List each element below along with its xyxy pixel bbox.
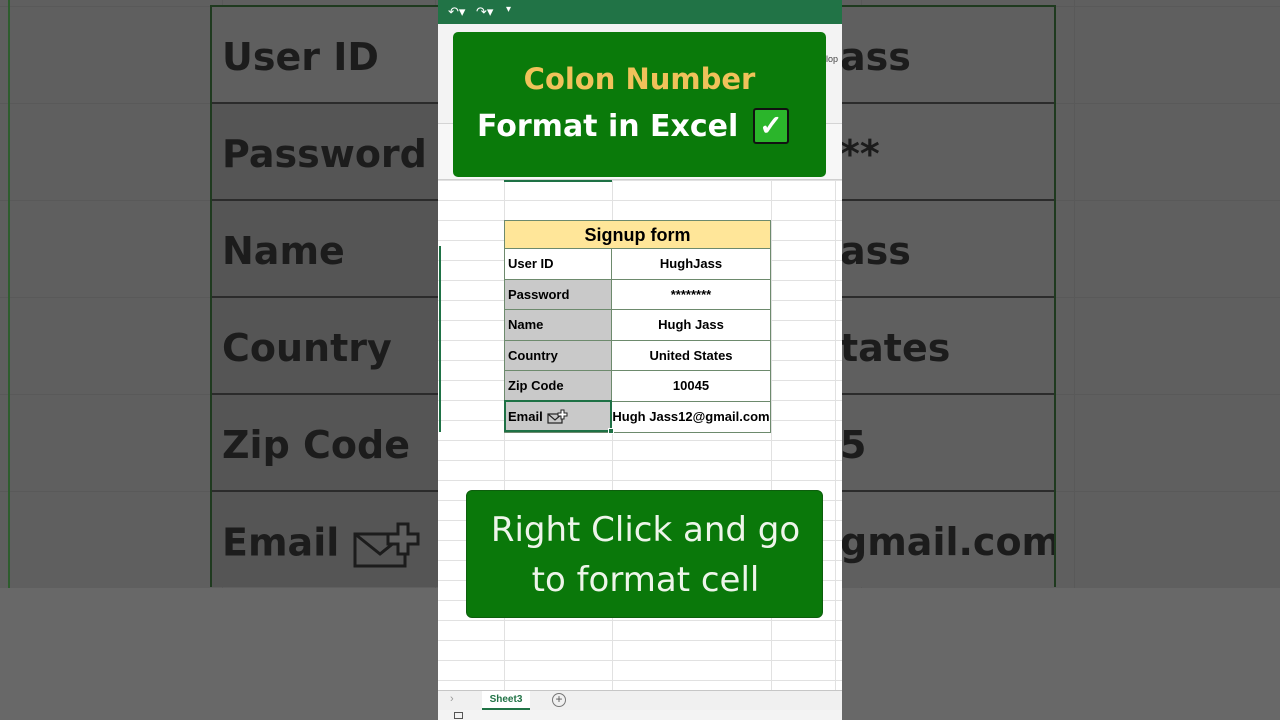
banner-line-1: Colon Number xyxy=(523,62,756,96)
form-label-text: Email xyxy=(508,408,543,424)
background-value: ass xyxy=(840,201,1054,296)
form-value[interactable]: 10045 xyxy=(612,371,770,401)
tab-scroll-icon[interactable]: › xyxy=(450,693,454,705)
banner-line-2: Format in Excel xyxy=(477,109,739,144)
redo-icon[interactable]: ↷▾ xyxy=(476,4,493,20)
form-title[interactable]: Signup form xyxy=(505,221,770,249)
form-label[interactable]: Name xyxy=(505,310,612,340)
add-sheet-icon[interactable]: + xyxy=(552,693,566,707)
background-label: Zip Code xyxy=(212,395,440,490)
background-value: tates xyxy=(840,298,1054,393)
instruction-text: Right Click and go to format cell xyxy=(467,505,824,605)
quick-access-toolbar: ↶▾ ↷▾ ▾ xyxy=(438,0,842,24)
background-label: Password xyxy=(212,104,440,199)
table-row: Email Hugh Jass12@gmail.com xyxy=(505,401,770,433)
row-selection-marker xyxy=(439,246,441,432)
background-label-text: Email xyxy=(222,520,340,565)
table-row: User ID HughJass xyxy=(505,249,770,280)
status-bar xyxy=(438,710,842,720)
form-label[interactable]: Zip Code xyxy=(505,371,612,401)
signup-form-table: Signup form User ID HughJass Password **… xyxy=(504,220,771,433)
table-row: Country United States xyxy=(505,340,770,371)
form-label[interactable]: Country xyxy=(505,340,612,370)
instruction-line-2: to format cell xyxy=(531,560,760,600)
form-value[interactable]: HughJass xyxy=(612,249,770,279)
customize-icon[interactable]: ▾ xyxy=(506,4,511,15)
tab-sheet3[interactable]: Sheet3 xyxy=(482,691,530,711)
check-icon: ✓ xyxy=(753,108,789,144)
form-label-email[interactable]: Email xyxy=(505,401,612,432)
envelope-plus-icon xyxy=(353,522,420,568)
form-value[interactable]: United States xyxy=(612,341,770,371)
background-value: ass xyxy=(840,7,1054,102)
sheet-tab-bar: › Sheet3 + xyxy=(438,690,842,711)
background-label: Country xyxy=(212,298,440,393)
table-row: Name Hugh Jass xyxy=(505,310,770,341)
form-value[interactable]: ******** xyxy=(612,280,770,310)
table-row: Zip Code 10045 xyxy=(505,371,770,402)
background-value: gmail.com xyxy=(840,492,1054,587)
background-label: Email xyxy=(212,492,440,587)
instruction-banner: Right Click and go to format cell xyxy=(466,490,823,618)
form-value[interactable]: Hugh Jass xyxy=(612,310,770,340)
instruction-line-1: Right Click and go xyxy=(490,510,801,550)
column-selection-marker xyxy=(504,180,612,182)
envelope-plus-icon xyxy=(547,409,568,424)
title-banner: Colon Number Format in Excel ✓ xyxy=(453,32,826,177)
form-value[interactable]: Hugh Jass12@gmail.com xyxy=(612,402,770,433)
column-divider xyxy=(835,180,836,690)
form-label[interactable]: Password xyxy=(505,279,612,309)
background-label: Name xyxy=(212,201,440,296)
table-row: Password ******** xyxy=(505,279,770,310)
background-frame-line xyxy=(8,0,10,588)
background-value: ** xyxy=(840,104,1054,199)
form-label[interactable]: User ID xyxy=(505,249,612,279)
background-label: User ID xyxy=(212,7,440,102)
undo-icon[interactable]: ↶▾ xyxy=(448,4,465,20)
video-frame: User ID ass Password ** Name ass Country… xyxy=(0,0,1280,720)
status-icon xyxy=(454,712,463,719)
background-value: 5 xyxy=(840,395,1054,490)
ribbon-fragment: lop xyxy=(826,54,839,64)
